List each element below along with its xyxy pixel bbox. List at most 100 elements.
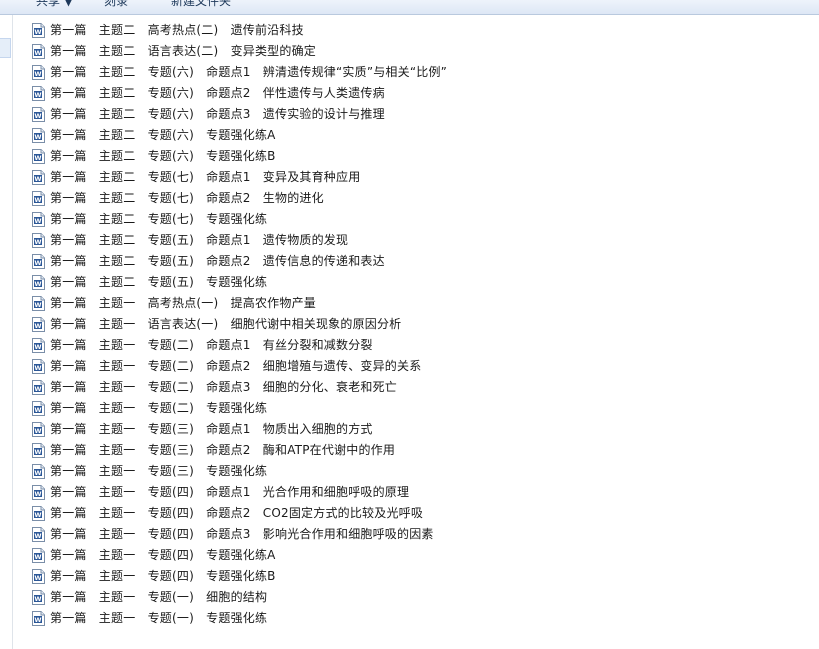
- word-document-icon: W: [32, 44, 45, 59]
- file-item[interactable]: W 第一篇 主题一 专题(三) 命题点2 酶和ATP在代谢中的作用: [28, 440, 808, 461]
- file-item[interactable]: W 第一篇 主题二 专题(六) 专题强化练B: [28, 146, 808, 167]
- file-item[interactable]: W 第一篇 主题二 专题(七) 命题点2 生物的进化: [28, 188, 808, 209]
- file-item[interactable]: W 第一篇 主题一 专题(四) 专题强化练A: [28, 545, 808, 566]
- file-name: 第一篇 主题二 专题(七) 命题点2 生物的进化: [50, 191, 324, 205]
- word-document-icon: W: [32, 359, 45, 374]
- file-item[interactable]: W 第一篇 主题二 高考热点(二) 遗传前沿科技: [28, 20, 808, 41]
- file-item[interactable]: W 第一篇 主题一 专题(四) 命题点1 光合作用和细胞呼吸的原理: [28, 482, 808, 503]
- file-item[interactable]: W 第一篇 主题二 专题(六) 命题点2 伴性遗传与人类遗传病: [28, 83, 808, 104]
- file-item[interactable]: W 第一篇 主题二 语言表达(二) 变异类型的确定: [28, 41, 808, 62]
- word-document-icon: W: [32, 233, 45, 248]
- file-name: 第一篇 主题一 专题(四) 专题强化练B: [50, 569, 276, 583]
- word-document-icon: W: [32, 527, 45, 542]
- file-item[interactable]: W 第一篇 主题一 专题(二) 命题点2 细胞增殖与遗传、变异的关系: [28, 356, 808, 377]
- file-name: 第一篇 主题一 专题(三) 命题点2 酶和ATP在代谢中的作用: [50, 443, 396, 457]
- word-document-icon: W: [32, 275, 45, 290]
- word-document-icon: W: [32, 506, 45, 521]
- svg-text:W: W: [34, 364, 41, 372]
- file-item[interactable]: W 第一篇 主题二 专题(五) 命题点2 遗传信息的传递和表达: [28, 251, 808, 272]
- svg-text:W: W: [34, 133, 41, 141]
- file-name: 第一篇 主题二 专题(六) 命题点1 辨清遗传规律“实质”与相关“比例”: [50, 65, 448, 79]
- svg-text:W: W: [34, 301, 41, 309]
- svg-text:W: W: [34, 175, 41, 183]
- file-item[interactable]: W 第一篇 主题一 专题(二) 命题点1 有丝分裂和减数分裂: [28, 335, 808, 356]
- file-name: 第一篇 主题一 专题(二) 命题点1 有丝分裂和减数分裂: [50, 338, 373, 352]
- svg-text:W: W: [34, 49, 41, 57]
- file-item[interactable]: W 第一篇 主题一 专题(四) 命题点2 CO2固定方式的比较及光呼吸: [28, 503, 808, 524]
- file-item[interactable]: W 第一篇 主题一 专题(三) 命题点1 物质出入细胞的方式: [28, 419, 808, 440]
- file-name: 第一篇 主题二 专题(七) 命题点1 变异及其育种应用: [50, 170, 361, 184]
- file-item[interactable]: W 第一篇 主题一 专题(四) 命题点3 影响光合作用和细胞呼吸的因素: [28, 524, 808, 545]
- file-name: 第一篇 主题二 专题(五) 命题点1 遗传物质的发现: [50, 233, 349, 247]
- file-item[interactable]: W 第一篇 主题二 专题(六) 命题点3 遗传实验的设计与推理: [28, 104, 808, 125]
- file-item[interactable]: W 第一篇 主题一 专题(一) 细胞的结构: [28, 587, 808, 608]
- file-name: 第一篇 主题一 专题(三) 专题强化练: [50, 464, 268, 478]
- word-document-icon: W: [32, 443, 45, 458]
- svg-text:W: W: [34, 343, 41, 351]
- file-name: 第一篇 主题一 专题(二) 命题点2 细胞增殖与遗传、变异的关系: [50, 359, 422, 373]
- file-name: 第一篇 主题一 专题(四) 命题点1 光合作用和细胞呼吸的原理: [50, 485, 410, 499]
- file-item[interactable]: W 第一篇 主题二 专题(五) 专题强化练: [28, 272, 808, 293]
- svg-text:W: W: [34, 259, 41, 267]
- file-name: 第一篇 主题一 专题(一) 细胞的结构: [50, 590, 268, 604]
- file-item[interactable]: W 第一篇 主题二 专题(五) 命题点1 遗传物质的发现: [28, 230, 808, 251]
- word-document-icon: W: [32, 212, 45, 227]
- file-item[interactable]: W 第一篇 主题二 专题(六) 命题点1 辨清遗传规律“实质”与相关“比例”: [28, 62, 808, 83]
- file-name: 第一篇 主题一 专题(二) 专题强化练: [50, 401, 268, 415]
- word-document-icon: W: [32, 485, 45, 500]
- svg-text:W: W: [34, 385, 41, 393]
- file-name: 第一篇 主题二 专题(六) 命题点3 遗传实验的设计与推理: [50, 107, 385, 121]
- svg-text:W: W: [34, 196, 41, 204]
- svg-text:W: W: [34, 238, 41, 246]
- burn-button[interactable]: 刻录: [104, 0, 128, 8]
- svg-text:W: W: [34, 448, 41, 456]
- file-name: 第一篇 主题一 专题(四) 命题点3 影响光合作用和细胞呼吸的因素: [50, 527, 434, 541]
- file-item[interactable]: W 第一篇 主题一 专题(四) 专题强化练B: [28, 566, 808, 587]
- toolbar: 共享 ▼ 刻录 新建文件夹: [0, 0, 819, 15]
- svg-text:W: W: [34, 322, 41, 330]
- file-list: W 第一篇 主题二 高考热点(二) 遗传前沿科技 W 第一篇 主题二 语言表达(二) …: [28, 20, 808, 629]
- file-item[interactable]: W 第一篇 主题一 高考热点(一) 提高农作物产量: [28, 293, 808, 314]
- file-name: 第一篇 主题一 语言表达(一) 细胞代谢中相关现象的原因分析: [50, 317, 402, 331]
- file-item[interactable]: W 第一篇 主题二 专题(七) 命题点1 变异及其育种应用: [28, 167, 808, 188]
- file-name: 第一篇 主题一 专题(三) 命题点1 物质出入细胞的方式: [50, 422, 373, 436]
- word-document-icon: W: [32, 611, 45, 626]
- file-item[interactable]: W 第一篇 主题二 专题(七) 专题强化练: [28, 209, 808, 230]
- file-name: 第一篇 主题一 专题(四) 命题点2 CO2固定方式的比较及光呼吸: [50, 506, 424, 520]
- new-folder-button[interactable]: 新建文件夹: [171, 0, 231, 8]
- word-document-icon: W: [32, 380, 45, 395]
- svg-text:W: W: [34, 91, 41, 99]
- file-item[interactable]: W 第一篇 主题一 专题(三) 专题强化练: [28, 461, 808, 482]
- navigation-pane[interactable]: [0, 15, 13, 649]
- file-item[interactable]: W 第一篇 主题二 专题(六) 专题强化练A: [28, 125, 808, 146]
- word-document-icon: W: [32, 401, 45, 416]
- file-item[interactable]: W 第一篇 主题一 专题(二) 命题点3 细胞的分化、衰老和死亡: [28, 377, 808, 398]
- svg-text:W: W: [34, 280, 41, 288]
- svg-text:W: W: [34, 616, 41, 624]
- word-document-icon: W: [32, 338, 45, 353]
- word-document-icon: W: [32, 569, 45, 584]
- file-name: 第一篇 主题一 高考热点(一) 提高农作物产量: [50, 296, 316, 310]
- nav-selected-item[interactable]: [0, 38, 11, 58]
- file-name: 第一篇 主题一 专题(四) 专题强化练A: [50, 548, 276, 562]
- svg-text:W: W: [34, 70, 41, 78]
- word-document-icon: W: [32, 548, 45, 563]
- svg-text:W: W: [34, 427, 41, 435]
- file-item[interactable]: W 第一篇 主题一 语言表达(一) 细胞代谢中相关现象的原因分析: [28, 314, 808, 335]
- svg-text:W: W: [34, 532, 41, 540]
- svg-text:W: W: [34, 511, 41, 519]
- share-menu-button[interactable]: 共享 ▼: [36, 0, 73, 8]
- file-item[interactable]: W 第一篇 主题一 专题(二) 专题强化练: [28, 398, 808, 419]
- word-document-icon: W: [32, 422, 45, 437]
- word-document-icon: W: [32, 170, 45, 185]
- file-item[interactable]: W 第一篇 主题一 专题(一) 专题强化练: [28, 608, 808, 629]
- word-document-icon: W: [32, 65, 45, 80]
- svg-text:W: W: [34, 217, 41, 225]
- svg-text:W: W: [34, 490, 41, 498]
- word-document-icon: W: [32, 296, 45, 311]
- word-document-icon: W: [32, 86, 45, 101]
- word-document-icon: W: [32, 464, 45, 479]
- file-name: 第一篇 主题二 专题(五) 命题点2 遗传信息的传递和表达: [50, 254, 385, 268]
- word-document-icon: W: [32, 23, 45, 38]
- file-name: 第一篇 主题二 专题(五) 专题强化练: [50, 275, 268, 289]
